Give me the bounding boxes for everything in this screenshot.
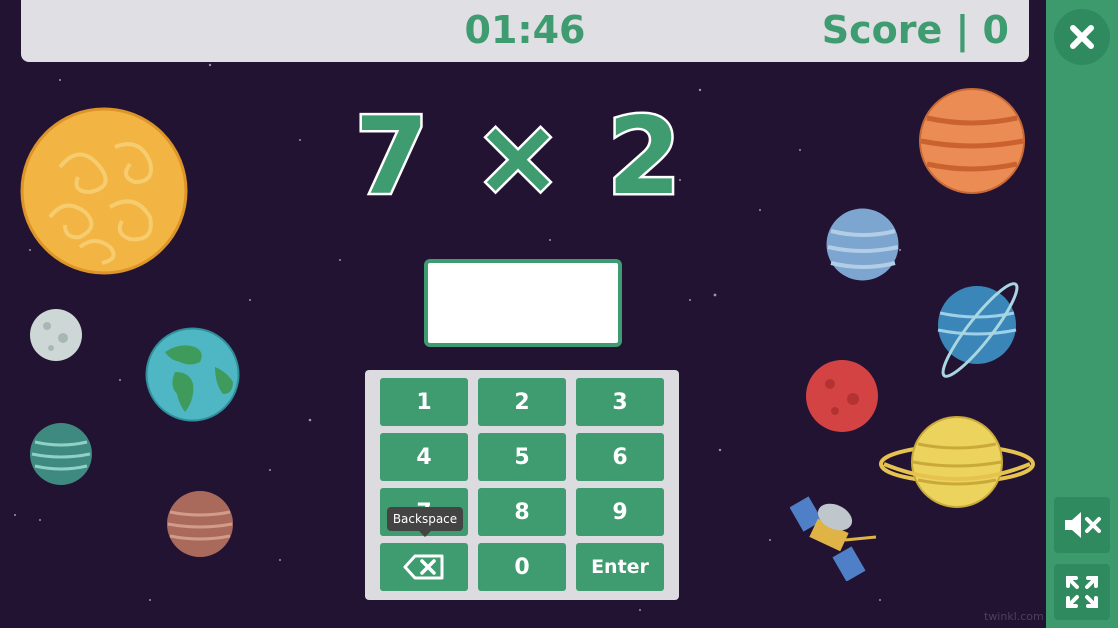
ringed-blue-planet-icon bbox=[937, 282, 1019, 378]
mars-planet-icon bbox=[806, 360, 878, 432]
neptune-planet-icon bbox=[30, 423, 92, 485]
close-icon bbox=[1070, 25, 1094, 49]
backspace-button[interactable] bbox=[380, 543, 468, 591]
key-0[interactable]: 0 bbox=[478, 543, 566, 591]
key-9[interactable]: 9 bbox=[576, 488, 664, 536]
watermark: twinkl.com bbox=[984, 610, 1044, 623]
mute-icon bbox=[1065, 512, 1101, 538]
answer-input[interactable] bbox=[424, 259, 622, 347]
mute-button[interactable] bbox=[1054, 497, 1110, 553]
key-3[interactable]: 3 bbox=[576, 378, 664, 426]
mercury-planet-icon bbox=[167, 491, 233, 557]
satellite-icon bbox=[790, 496, 877, 581]
backspace-tooltip: Backspace bbox=[387, 507, 463, 537]
close-button[interactable] bbox=[1054, 9, 1110, 65]
sidebar bbox=[1046, 0, 1118, 628]
keypad: 1 2 3 4 5 6 7 8 9 0 Enter bbox=[365, 370, 679, 600]
backspace-icon bbox=[403, 554, 444, 580]
fullscreen-button[interactable] bbox=[1054, 564, 1110, 620]
sun-planet-icon bbox=[20, 107, 188, 275]
moon-planet-icon bbox=[30, 309, 82, 361]
saturn-planet-icon bbox=[879, 416, 1035, 508]
key-6[interactable]: 6 bbox=[576, 433, 664, 481]
key-5[interactable]: 5 bbox=[478, 433, 566, 481]
score-label: Score | 0 bbox=[821, 8, 1009, 52]
question-text: 7 × 2 bbox=[352, 93, 686, 221]
fullscreen-icon bbox=[1066, 576, 1098, 608]
key-2[interactable]: 2 bbox=[478, 378, 566, 426]
enter-button[interactable]: Enter bbox=[576, 543, 664, 591]
key-4[interactable]: 4 bbox=[380, 433, 468, 481]
jupiter-planet-icon bbox=[919, 88, 1025, 194]
earth-planet-icon bbox=[145, 327, 240, 422]
key-1[interactable]: 1 bbox=[380, 378, 468, 426]
key-8[interactable]: 8 bbox=[478, 488, 566, 536]
uranus-planet-icon bbox=[826, 208, 899, 281]
top-bar: 01:46 Score | 0 bbox=[21, 0, 1029, 62]
